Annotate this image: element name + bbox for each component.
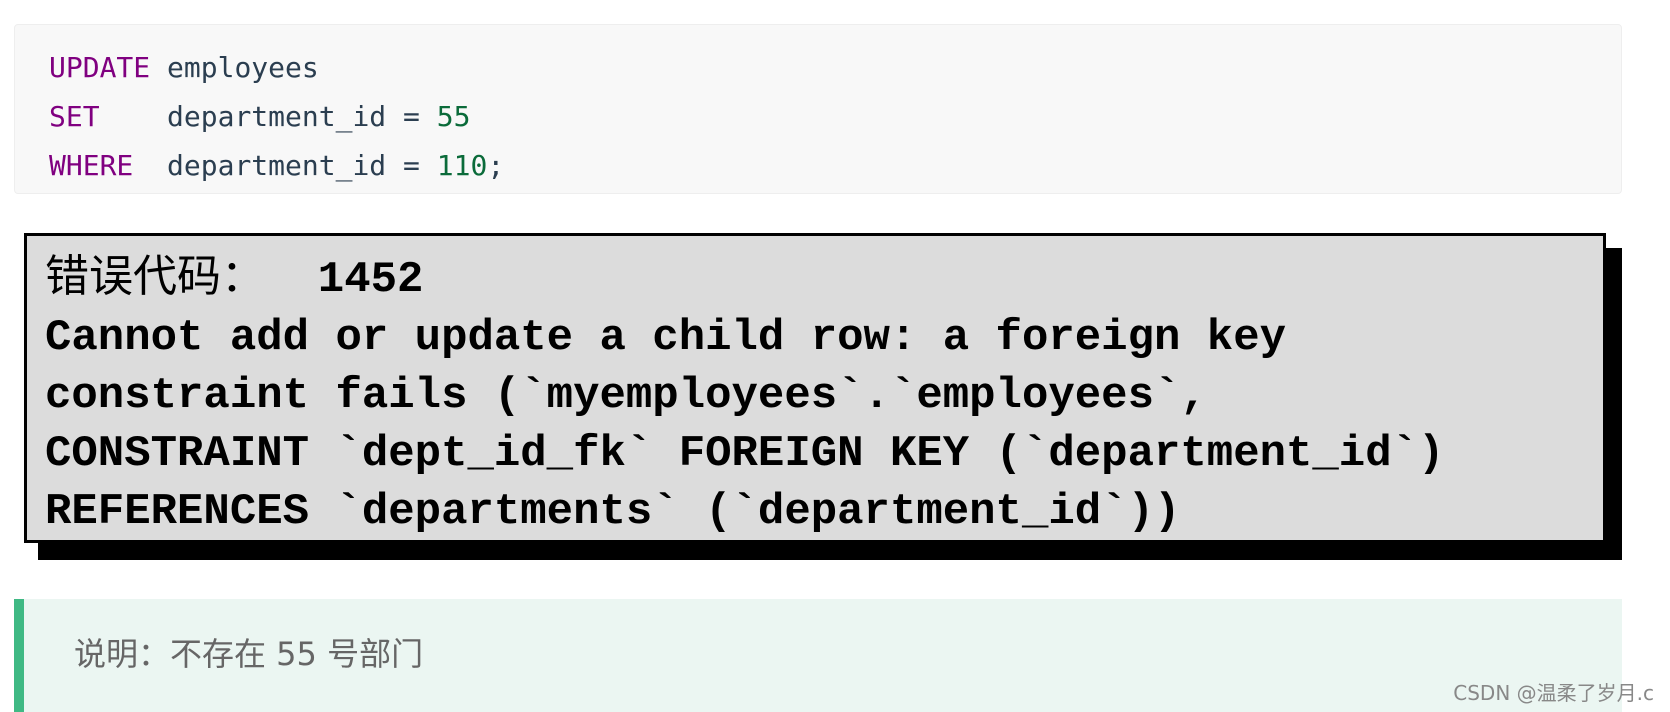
note-callout: 说明：不存在 55 号部门 [14, 599, 1622, 712]
sql-code: UPDATE employees SET department_id = 55 … [49, 51, 505, 182]
error-code-label: 错误代码： [45, 251, 265, 302]
code-block: UPDATE employees SET department_id = 55 … [14, 24, 1622, 194]
watermark: CSDN @温柔了岁月.c [1453, 681, 1654, 705]
error-code: 1452 [265, 255, 424, 305]
note-text: 说明：不存在 55 号部门 [74, 635, 424, 673]
error-text: 错误代码： 1452 Cannot add or update a child … [45, 251, 1445, 537]
error-message-box: 错误代码： 1452 Cannot add or update a child … [24, 233, 1606, 543]
